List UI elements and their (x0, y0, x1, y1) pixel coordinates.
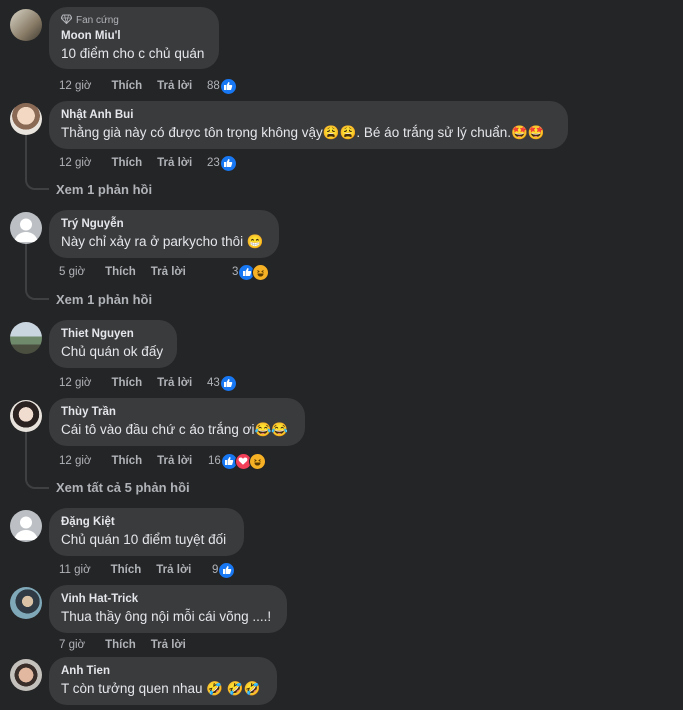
comment-text: T còn tưởng quen nhau 🤣 🤣🤣 (61, 681, 261, 696)
comment-text: Chủ quán 10 điểm tuyệt đối (61, 532, 227, 547)
comment-bubble: Nhật Anh Bui Thằng già này có được tôn t… (49, 101, 568, 149)
comment-actions: 11 giờ Thích Trả lời (59, 561, 191, 579)
timestamp[interactable]: 12 giờ (59, 377, 91, 389)
timestamp[interactable]: 12 giờ (59, 80, 91, 92)
view-replies-link[interactable]: Xem 1 phản hồi (56, 292, 152, 307)
reaction-summary[interactable]: 9 (212, 561, 236, 579)
author-name[interactable]: Anh Tien (61, 664, 265, 679)
avatar[interactable] (10, 587, 42, 619)
comment-actions: 7 giờ Thích Trả lời (59, 636, 186, 654)
reaction-summary[interactable]: 23 (207, 154, 237, 172)
comment-bubble: Thiet Nguyen Chủ quán ok đấy (49, 320, 177, 368)
comment-bubble: Thùy Trần Cái tô vào đầu chứ c áo trắng … (49, 398, 305, 446)
avatar[interactable] (10, 400, 42, 432)
comment-actions: 12 giờ Thích Trả lời (59, 154, 192, 172)
reaction-count: 88 (207, 80, 220, 92)
comment-text: Này chỉ xảy ra ở parkycho thôi 😁 (61, 234, 264, 249)
timestamp[interactable]: 7 giờ (59, 639, 85, 651)
view-replies-link[interactable]: Xem 1 phản hồi (56, 182, 152, 197)
view-replies-link[interactable]: Xem tất cả 5 phản hồi (56, 480, 190, 495)
comment-actions: 12 giờ Thích Trả lời (59, 452, 192, 470)
default-avatar-icon (14, 218, 38, 242)
like-button[interactable]: Thích (105, 266, 136, 278)
comment-bubble: Vinh Hat-Trick Thua thầy ông nội mỗi cái… (49, 585, 287, 633)
comment-text: 10 điểm cho c chủ quán (61, 46, 205, 61)
reply-button[interactable]: Trả lời (157, 455, 192, 467)
thread-connector (25, 290, 49, 300)
comment-text: Cái tô vào đầu chứ c áo trắng ơi😂😂 (61, 422, 289, 437)
reaction-summary[interactable]: 3 (232, 263, 270, 281)
comment-bubble: Anh Tien T còn tưởng quen nhau 🤣 🤣🤣 (49, 657, 277, 705)
avatar[interactable] (10, 322, 42, 354)
comment-bubble: Trý Nguyễn Này chỉ xảy ra ở parkycho thô… (49, 210, 279, 258)
like-button[interactable]: Thích (111, 455, 142, 467)
badge-label: Fan cứng (76, 15, 119, 26)
reply-button[interactable]: Trả lời (151, 639, 186, 651)
comment-actions: 12 giờ Thích Trả lời (59, 77, 192, 95)
timestamp[interactable]: 5 giờ (59, 266, 85, 278)
author-name[interactable]: Nhật Anh Bui (61, 108, 556, 123)
like-reaction-icon (219, 77, 237, 95)
author-name[interactable]: Vinh Hat-Trick (61, 592, 275, 607)
avatar[interactable] (10, 212, 42, 244)
like-reaction-icon (219, 374, 237, 392)
author-name[interactable]: Thùy Trần (61, 405, 293, 420)
comment-actions: 12 giờ Thích Trả lời (59, 374, 192, 392)
like-reaction-icon (218, 561, 236, 579)
author-name[interactable]: Moon Miu'l (61, 29, 207, 44)
author-name[interactable]: Thiet Nguyen (61, 327, 165, 342)
reaction-count: 23 (207, 157, 220, 169)
timestamp[interactable]: 12 giờ (59, 157, 91, 169)
reply-button[interactable]: Trả lời (156, 564, 191, 576)
comment-text: Thua thầy ông nội mỗi cái võng ....! (61, 609, 272, 624)
reaction-summary[interactable]: 88 (207, 77, 237, 95)
comment-text: Thằng già này có được tôn trọng không vậ… (61, 125, 545, 140)
comment-bubble: Fan cứng Moon Miu'l 10 điểm cho c chủ qu… (49, 7, 219, 69)
like-button[interactable]: Thích (111, 377, 142, 389)
default-avatar-icon (14, 516, 38, 540)
timestamp[interactable]: 12 giờ (59, 455, 91, 467)
comment-bubble: Đặng Kiệt Chủ quán 10 điểm tuyệt đối (49, 508, 244, 556)
like-button[interactable]: Thích (111, 80, 142, 92)
reaction-summary[interactable]: 16 (208, 452, 266, 470)
avatar[interactable] (10, 510, 42, 542)
reaction-count: 43 (207, 377, 220, 389)
reply-button[interactable]: Trả lời (157, 377, 192, 389)
like-button[interactable]: Thích (111, 564, 142, 576)
avatar[interactable] (10, 9, 42, 41)
like-reaction-icon (219, 154, 237, 172)
reply-button[interactable]: Trả lời (157, 80, 192, 92)
author-name[interactable]: Đặng Kiệt (61, 515, 232, 530)
timestamp[interactable]: 11 giờ (59, 564, 91, 576)
reply-button[interactable]: Trả lời (157, 157, 192, 169)
comment-text: Chủ quán ok đấy (61, 344, 164, 359)
thread-connector (25, 180, 49, 190)
haha-reaction-icon (248, 452, 266, 470)
author-name[interactable]: Trý Nguyễn (61, 217, 267, 232)
thread-connector (25, 479, 49, 489)
comment-actions: 5 giờ Thích Trả lời (59, 263, 186, 281)
reply-button[interactable]: Trả lời (151, 266, 186, 278)
fan-badge: Fan cứng (60, 14, 207, 27)
reaction-summary[interactable]: 43 (207, 374, 237, 392)
avatar[interactable] (10, 103, 42, 135)
haha-reaction-icon (252, 263, 270, 281)
reaction-count: 16 (208, 455, 221, 467)
diamond-icon (60, 14, 73, 27)
like-button[interactable]: Thích (105, 639, 136, 651)
avatar[interactable] (10, 659, 42, 691)
like-button[interactable]: Thích (111, 157, 142, 169)
